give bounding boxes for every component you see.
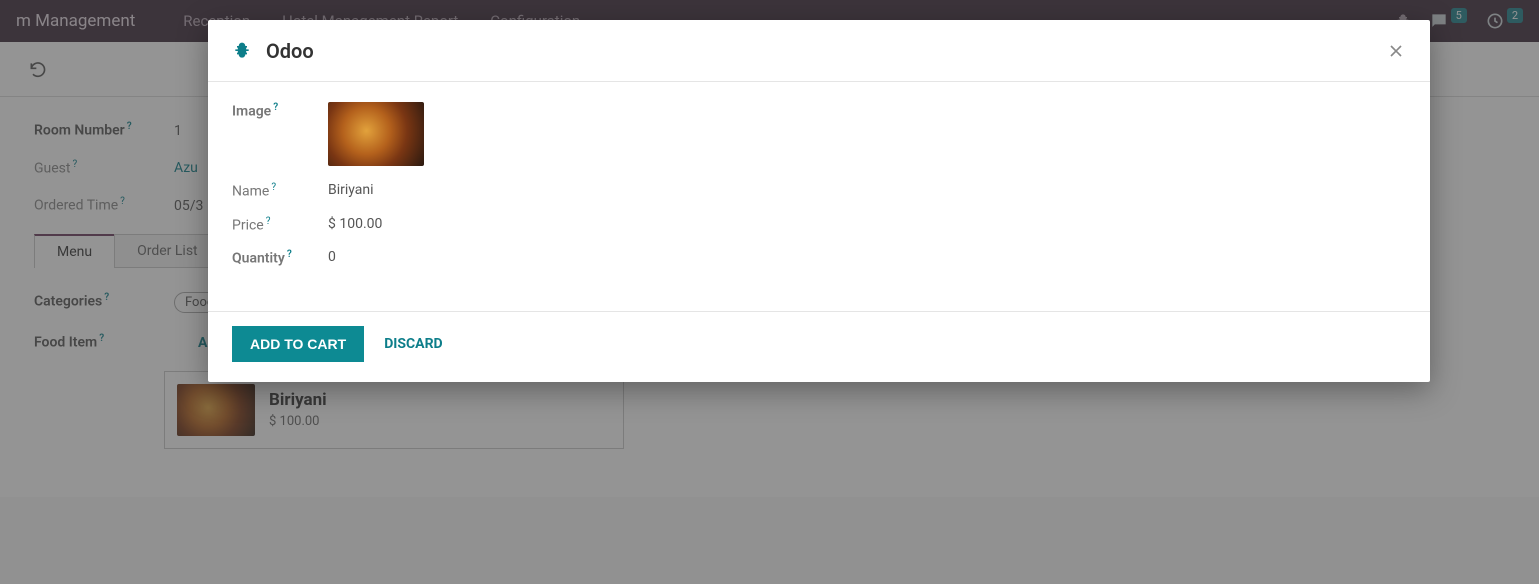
help-icon[interactable]: ?: [273, 102, 278, 113]
help-icon[interactable]: ?: [287, 249, 292, 260]
product-image: [328, 102, 424, 166]
help-icon[interactable]: ?: [266, 216, 271, 227]
quantity-label: Quantity?: [232, 249, 328, 267]
modal-title: Odoo: [266, 39, 314, 63]
discard-button[interactable]: DISCARD: [384, 336, 442, 352]
name-value: Biriyani: [328, 182, 374, 198]
price-label: Price?: [232, 216, 328, 234]
help-icon[interactable]: ?: [271, 182, 276, 193]
price-value: $ 100.00: [328, 216, 382, 232]
add-to-cart-button[interactable]: ADD TO CART: [232, 326, 364, 362]
close-icon[interactable]: [1386, 38, 1406, 63]
name-label: Name?: [232, 182, 328, 200]
modal-dialog: Odoo Image? Name? Biriyani Price? $ 100.…: [208, 20, 1430, 382]
image-label: Image?: [232, 102, 328, 120]
quantity-value[interactable]: 0: [328, 249, 336, 265]
debug-icon: [232, 41, 252, 61]
